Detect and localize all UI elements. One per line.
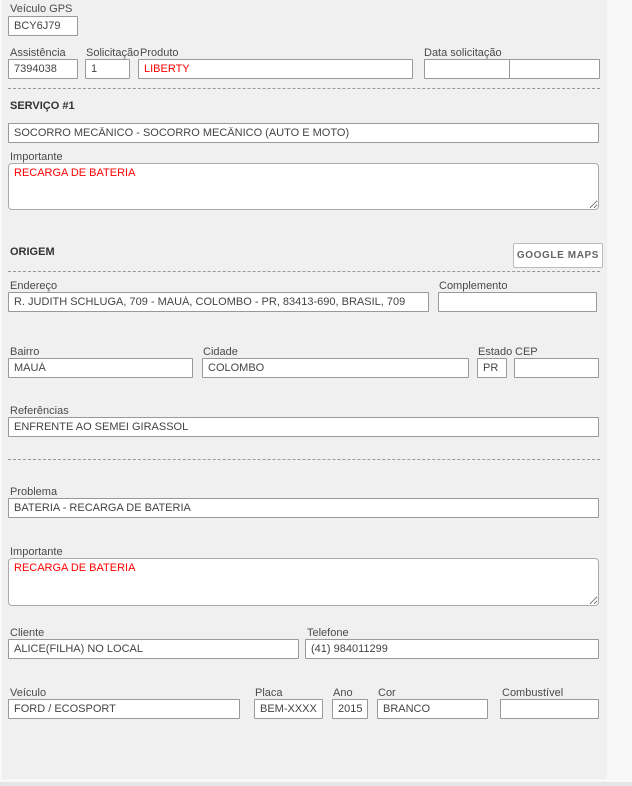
service-important-textarea[interactable]: RECARGA DE BATERIA xyxy=(8,163,599,210)
zip-input[interactable] xyxy=(514,358,599,378)
service-important-label: Importante xyxy=(10,151,63,163)
vehicle-label: Veículo xyxy=(10,687,46,699)
google-maps-button[interactable]: GOOGLE MAPS xyxy=(513,243,603,268)
color-input[interactable] xyxy=(377,699,488,719)
product-input[interactable] xyxy=(138,59,413,79)
solicitation-label: Solicitação xyxy=(86,47,139,59)
bottom-scrollbar-track xyxy=(0,782,632,786)
separator xyxy=(8,271,600,272)
city-input[interactable] xyxy=(202,358,469,378)
origin-section-title: ORIGEM xyxy=(10,246,55,258)
phone-label: Telefone xyxy=(307,627,349,639)
district-input[interactable] xyxy=(8,358,193,378)
city-label: Cidade xyxy=(203,346,238,358)
client-input[interactable] xyxy=(8,639,299,659)
phone-input[interactable] xyxy=(305,639,599,659)
state-label: Estado xyxy=(478,346,512,358)
address-input[interactable] xyxy=(8,292,429,312)
important-textarea[interactable]: RECARGA DE BATERIA xyxy=(8,558,599,606)
request-date-label: Data solicitação xyxy=(424,47,502,59)
year-input[interactable] xyxy=(332,699,368,719)
year-label: Ano xyxy=(333,687,353,699)
service-order-form: Veículo GPS Assistência Solicitação Prod… xyxy=(0,0,632,786)
complement-input[interactable] xyxy=(438,292,597,312)
problem-input[interactable] xyxy=(8,498,599,518)
zip-label: CEP xyxy=(515,346,538,358)
request-time-input[interactable] xyxy=(509,59,600,79)
references-label: Referências xyxy=(10,405,69,417)
solicitation-input[interactable] xyxy=(85,59,130,79)
plate-input[interactable] xyxy=(254,699,323,719)
vehicle-gps-input[interactable] xyxy=(8,16,78,36)
assistance-input[interactable] xyxy=(8,59,78,79)
request-date-input[interactable] xyxy=(424,59,510,79)
vehicle-gps-label: Veículo GPS xyxy=(10,3,72,15)
service-section-title: SERVIÇO #1 xyxy=(10,100,75,112)
service-type-input[interactable] xyxy=(8,123,599,143)
problem-label: Problema xyxy=(10,486,57,498)
separator xyxy=(8,459,600,460)
vehicle-input[interactable] xyxy=(8,699,240,719)
plate-label: Placa xyxy=(255,687,283,699)
fuel-label: Combustível xyxy=(502,687,563,699)
assistance-label: Assistência xyxy=(10,47,66,59)
district-label: Bairro xyxy=(10,346,39,358)
state-input[interactable] xyxy=(477,358,507,378)
color-label: Cor xyxy=(378,687,396,699)
client-label: Cliente xyxy=(10,627,44,639)
product-label: Produto xyxy=(140,47,179,59)
separator xyxy=(8,88,600,89)
fuel-input[interactable] xyxy=(500,699,599,719)
important-label: Importante xyxy=(10,546,63,558)
references-input[interactable] xyxy=(8,417,599,437)
address-label: Endereço xyxy=(10,280,57,292)
complement-label: Complemento xyxy=(439,280,507,292)
